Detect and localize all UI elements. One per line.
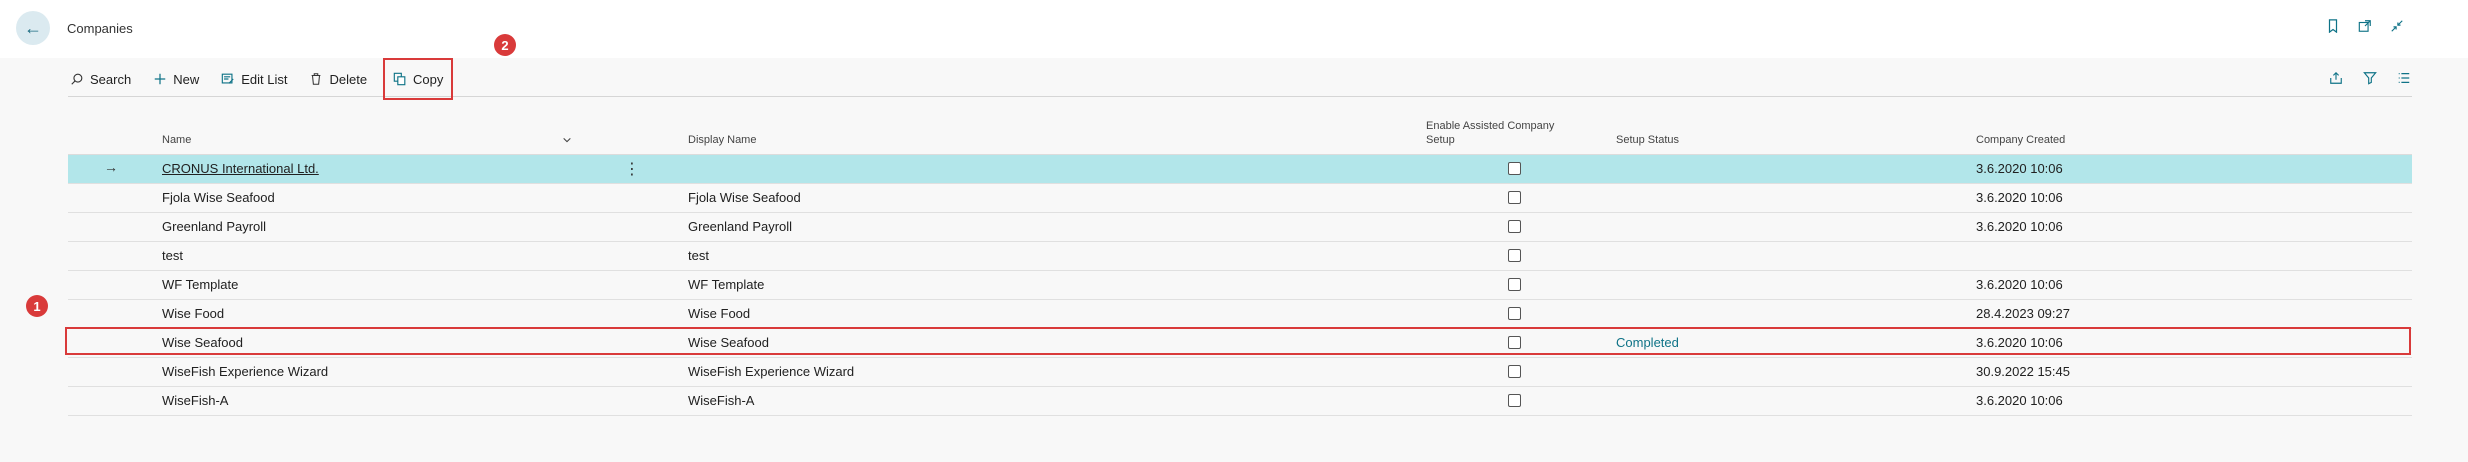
arrow-right-icon: → xyxy=(104,159,118,175)
table-row[interactable]: WiseFish-A WiseFish-A 3.6.2020 10:06 xyxy=(68,387,2412,416)
company-name[interactable]: test xyxy=(162,248,183,263)
callout-badge-2: 2 xyxy=(494,34,516,56)
enable-assisted-checkbox[interactable] xyxy=(1508,162,1521,175)
plus-icon xyxy=(154,73,166,85)
company-name[interactable]: CRONUS International Ltd. xyxy=(162,161,319,176)
company-name[interactable]: WiseFish Experience Wizard xyxy=(162,364,328,379)
table-row[interactable]: test test xyxy=(68,242,2412,271)
share-icon[interactable] xyxy=(2328,70,2344,86)
company-created: 3.6.2020 10:06 xyxy=(1976,277,2063,292)
company-created: 3.6.2020 10:06 xyxy=(1976,190,2063,205)
table-row[interactable]: → CRONUS International Ltd. ⋮ 3.6.2020 1… xyxy=(68,155,2412,184)
copy-icon xyxy=(393,72,406,86)
company-created: 28.4.2023 09:27 xyxy=(1976,306,2070,321)
table-row[interactable]: WiseFish Experience Wizard WiseFish Expe… xyxy=(68,358,2412,387)
company-name[interactable]: Fjola Wise Seafood xyxy=(162,190,275,205)
filter-icon[interactable] xyxy=(2362,70,2378,86)
edit-list-icon xyxy=(221,73,234,84)
bookmark-icon[interactable] xyxy=(2324,17,2342,35)
table-row[interactable]: Fjola Wise Seafood Fjola Wise Seafood 3.… xyxy=(68,184,2412,213)
display-name: Wise Seafood xyxy=(688,335,769,350)
search-label: Search xyxy=(90,71,132,87)
display-name: Fjola Wise Seafood xyxy=(688,190,801,205)
table-row[interactable]: Wise Food Wise Food 28.4.2023 09:27 xyxy=(68,300,2412,329)
company-created: 3.6.2020 10:06 xyxy=(1976,161,2063,176)
trash-icon xyxy=(312,73,321,85)
companies-list: Name Display Name Enable Assisted Compan… xyxy=(65,110,2412,416)
display-name: WF Template xyxy=(688,277,765,292)
enable-assisted-checkbox[interactable] xyxy=(1508,220,1521,233)
list-header: Name Display Name Enable Assisted Compan… xyxy=(68,110,2412,155)
display-name: Greenland Payroll xyxy=(688,219,793,234)
company-name[interactable]: Greenland Payroll xyxy=(162,219,266,234)
column-header-name[interactable]: Name xyxy=(162,134,191,146)
company-name[interactable]: Wise Seafood xyxy=(162,335,243,350)
delete-label: Delete xyxy=(329,71,368,87)
page-title: Companies xyxy=(67,21,133,36)
search-icon xyxy=(71,73,83,85)
company-created: 3.6.2020 10:06 xyxy=(1976,393,2063,408)
table-row[interactable]: WF Template WF Template 3.6.2020 10:06 xyxy=(68,271,2412,300)
column-header-setup-status[interactable]: Setup Status xyxy=(1616,134,1679,146)
display-name: test xyxy=(688,248,709,263)
enable-assisted-checkbox[interactable] xyxy=(1508,278,1521,291)
table-row[interactable]: Wise Seafood Wise Seafood Completed 3.6.… xyxy=(65,327,2412,358)
top-actions xyxy=(2324,17,2406,35)
top-bar: ← Companies xyxy=(0,0,2468,58)
setup-status: Completed xyxy=(1616,335,1679,350)
display-name: WiseFish-A xyxy=(688,393,755,408)
display-name: Wise Food xyxy=(688,306,751,321)
enable-assisted-checkbox[interactable] xyxy=(1508,365,1521,378)
enable-assisted-checkbox[interactable] xyxy=(1508,394,1521,407)
more-vertical-icon[interactable]: ⋮ xyxy=(624,159,640,179)
collapse-icon[interactable] xyxy=(2388,17,2406,35)
company-created: 3.6.2020 10:06 xyxy=(1976,219,2063,234)
delete-button[interactable]: Delete xyxy=(307,64,369,94)
arrow-left-icon: ← xyxy=(24,17,42,38)
new-button[interactable]: New xyxy=(151,64,201,94)
company-name[interactable]: WF Template xyxy=(162,277,238,292)
enable-assisted-checkbox[interactable] xyxy=(1508,191,1521,204)
copy-label: Copy xyxy=(413,71,444,87)
column-header-enable-assisted[interactable]: Enable Assisted Company xyxy=(1426,120,1554,132)
toolbar-right-actions xyxy=(2328,70,2412,86)
column-header-company-created[interactable]: Company Created xyxy=(1976,134,2065,146)
back-button[interactable]: ← xyxy=(16,11,50,45)
copy-button[interactable]: Copy xyxy=(383,58,454,100)
display-name: WiseFish Experience Wizard xyxy=(688,364,855,379)
callout-badge-1: 1 xyxy=(26,295,48,317)
column-header-enable-assisted-line2: Setup xyxy=(1426,134,1455,146)
company-created: 30.9.2022 15:45 xyxy=(1976,364,2070,379)
enable-assisted-checkbox[interactable] xyxy=(1508,249,1521,262)
table-row[interactable]: Greenland Payroll Greenland Payroll 3.6.… xyxy=(68,213,2412,242)
action-toolbar: Search New Edit List Delete Copy xyxy=(68,58,2412,100)
search-button[interactable]: Search xyxy=(68,64,133,94)
column-header-display-name[interactable]: Display Name xyxy=(688,134,756,146)
edit-list-button[interactable]: Edit List xyxy=(219,64,289,94)
company-name[interactable]: Wise Food xyxy=(162,306,224,321)
list-view-icon[interactable] xyxy=(2396,70,2412,86)
company-name[interactable]: WiseFish-A xyxy=(162,393,228,408)
enable-assisted-checkbox[interactable] xyxy=(1508,336,1521,349)
new-label: New xyxy=(173,71,200,87)
chevron-down-icon[interactable] xyxy=(562,135,572,148)
enable-assisted-checkbox[interactable] xyxy=(1508,307,1521,320)
edit-list-label: Edit List xyxy=(241,71,288,87)
open-in-new-window-icon[interactable] xyxy=(2356,17,2374,35)
company-created: 3.6.2020 10:06 xyxy=(1976,335,2063,350)
